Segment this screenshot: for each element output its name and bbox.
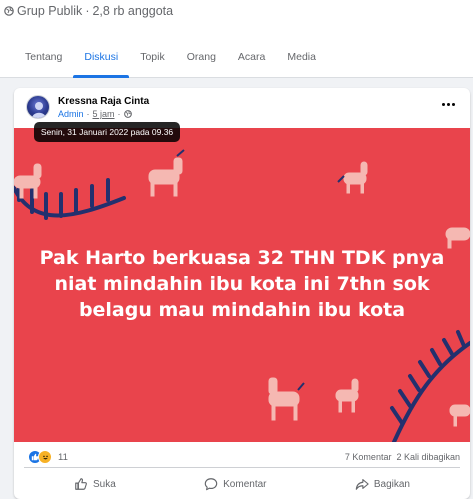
comment-button[interactable]: Komentar — [204, 477, 267, 491]
avatar[interactable] — [26, 95, 50, 119]
more-options-button[interactable] — [438, 98, 458, 110]
group-tabs: Tentang Diskusi Topik Orang Acara Media — [12, 36, 327, 78]
thumbs-up-icon — [75, 478, 87, 490]
subline-separator: · — [86, 109, 90, 119]
post-timestamp[interactable]: 5 jam — [93, 109, 115, 119]
comment-bubble-icon — [204, 478, 218, 491]
post-text: Pak Harto berkuasa 32 THN TDK pnya niat … — [39, 247, 445, 321]
group-members: 2,8 rb anggota — [92, 4, 174, 18]
engagement-counts: 7 Komentar 2 Kali dibagikan — [345, 452, 460, 462]
admin-badge: Admin — [58, 109, 84, 119]
fence-right-icon — [390, 330, 470, 442]
tab-media[interactable]: Media — [276, 36, 327, 78]
comment-count[interactable]: 7 Komentar — [345, 452, 392, 462]
like-button[interactable]: Suka — [74, 477, 116, 491]
reactions-summary[interactable]: 11 — [28, 450, 68, 464]
post-stats: 11 7 Komentar 2 Kali dibagikan — [24, 444, 460, 468]
timestamp-tooltip: Senin, 31 Januari 2022 pada 09.36 — [34, 122, 180, 142]
share-button[interactable]: Bagikan — [355, 477, 410, 491]
group-meta: Grup Publik · 2,8 rb anggota — [4, 4, 173, 18]
tab-tentang[interactable]: Tentang — [12, 36, 73, 78]
globe-icon — [123, 110, 132, 118]
tab-topik[interactable]: Topik — [129, 36, 176, 78]
avatar-figure-icon — [32, 102, 46, 118]
unicorn-icon — [449, 404, 470, 427]
share-arrow-icon — [355, 479, 369, 490]
share-count[interactable]: 2 Kali dibagikan — [396, 452, 460, 462]
comment-label: Komentar — [223, 478, 267, 490]
globe-icon — [4, 6, 14, 16]
dot-icon — [441, 102, 445, 106]
meta-separator: · — [85, 4, 90, 18]
unicorn-icon — [337, 161, 368, 194]
subline-separator-2: · — [117, 109, 121, 119]
unicorn-icon — [268, 377, 305, 421]
unicorn-icon — [335, 378, 359, 413]
dot-icon — [446, 102, 450, 106]
like-label: Suka — [93, 478, 116, 490]
dot-icon — [451, 102, 455, 106]
post-author[interactable]: Kressna Raja Cinta — [58, 96, 149, 107]
tab-diskusi[interactable]: Diskusi — [73, 36, 130, 78]
haha-reaction-icon — [38, 450, 52, 464]
post-subline: Admin · 5 jam · — [58, 109, 132, 119]
group-header: Grup Publik · 2,8 rb anggota Tentang Dis… — [0, 0, 473, 78]
post-background-banner: Pak Harto berkuasa 32 THN TDK pnya niat … — [14, 128, 470, 442]
post-actions: Suka Komentar Bagikan — [24, 470, 460, 498]
post-card: Kressna Raja Cinta Admin · 5 jam · Senin… — [14, 88, 470, 499]
tab-orang[interactable]: Orang — [176, 36, 227, 78]
tab-acara[interactable]: Acara — [227, 36, 276, 78]
group-privacy: Grup Publik — [17, 4, 83, 18]
unicorn-icon — [148, 149, 185, 197]
reaction-count: 11 — [58, 451, 68, 463]
share-label: Bagikan — [373, 478, 410, 490]
